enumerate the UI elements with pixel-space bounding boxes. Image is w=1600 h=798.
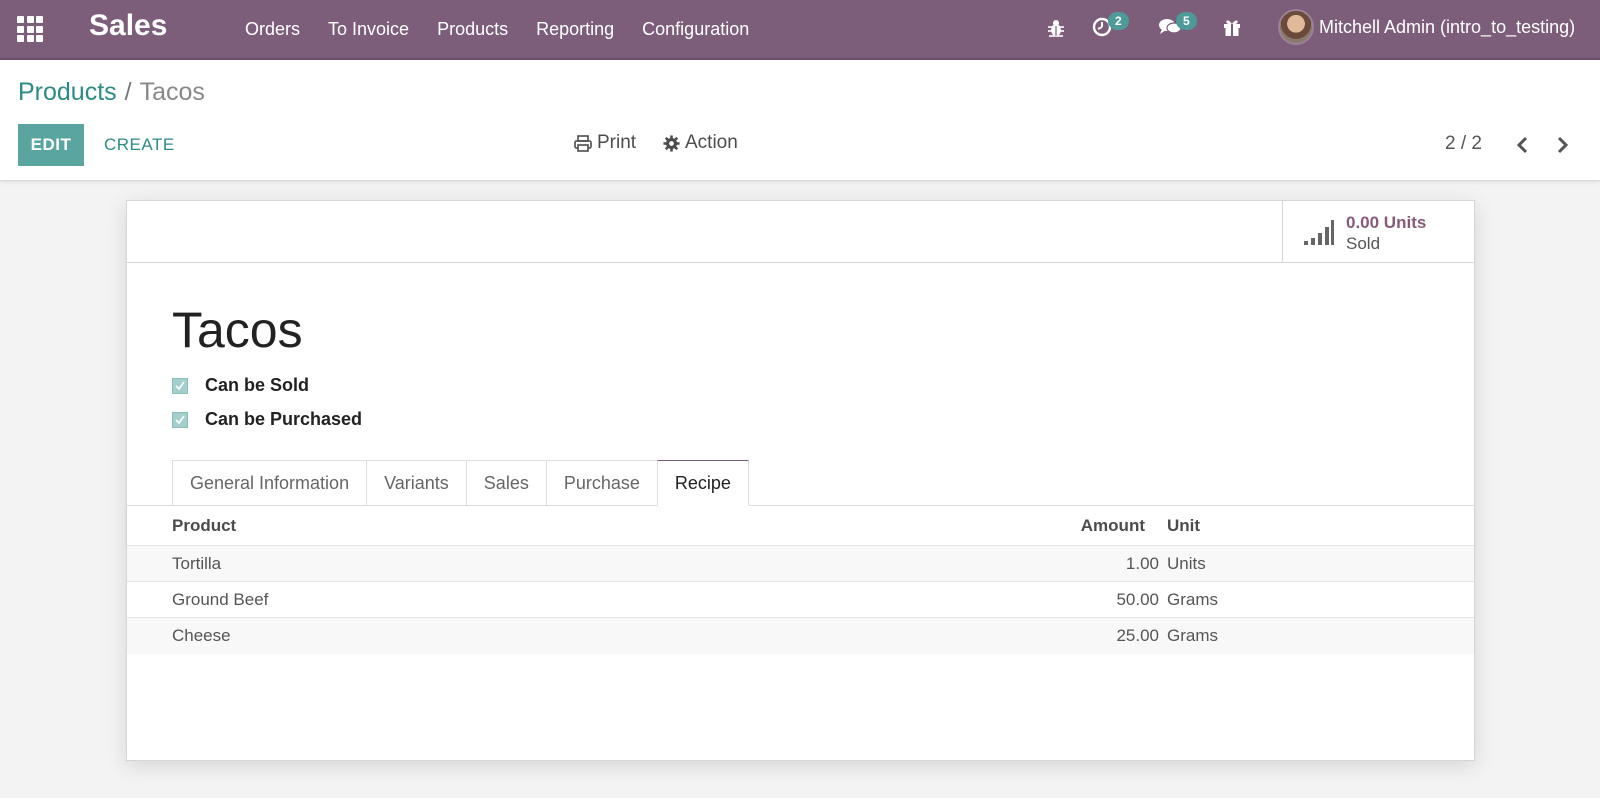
action-button[interactable]: Action — [663, 132, 738, 154]
table-row[interactable]: Ground Beef 50.00 Grams — [127, 582, 1474, 618]
cell-product: Ground Beef — [172, 590, 269, 609]
menu-reporting[interactable]: Reporting — [536, 19, 614, 40]
activity-badge: 2 — [1108, 12, 1129, 30]
units-sold-button[interactable]: 0.00 Units Sold — [1282, 201, 1474, 263]
tab-sales[interactable]: Sales — [465, 460, 547, 506]
can-be-purchased-checkbox[interactable]: Can be Purchased — [172, 409, 362, 430]
action-label: Action — [685, 132, 738, 153]
units-sold-value: 0.00 Units — [1346, 213, 1427, 232]
cell-amount: 25.00 — [1116, 626, 1159, 645]
pager-value[interactable]: 2 / 2 — [1445, 133, 1482, 155]
user-avatar[interactable] — [1278, 9, 1314, 45]
printer-icon — [574, 134, 592, 152]
can-be-purchased-label: Can be Purchased — [205, 409, 363, 429]
breadcrumb: Products / Tacos — [18, 78, 205, 107]
app-name[interactable]: Sales — [89, 9, 167, 43]
edit-button[interactable]: EDIT — [18, 124, 84, 166]
bug-icon[interactable] — [1046, 18, 1066, 38]
can-be-sold-label: Can be Sold — [205, 375, 310, 395]
chevron-right-icon[interactable] — [1551, 134, 1573, 156]
control-panel: Products / Tacos EDIT CREATE Print Action … — [0, 60, 1600, 181]
cell-product: Cheese — [172, 626, 231, 645]
gift-icon[interactable] — [1222, 17, 1242, 37]
menu-products[interactable]: Products — [437, 19, 508, 40]
can-be-sold-checkbox[interactable]: Can be Sold — [172, 375, 309, 396]
cell-amount: 1.00 — [1125, 554, 1159, 573]
checkbox-box[interactable] — [172, 377, 188, 394]
table-row[interactable]: Tortilla 1.00 Units — [127, 546, 1474, 582]
tab-general-information[interactable]: General Information — [172, 460, 368, 506]
tab-variants[interactable]: Variants — [366, 460, 467, 506]
checkmark-icon — [175, 381, 185, 390]
messages-badge: 5 — [1176, 12, 1197, 30]
table-header: Product Amount Unit — [127, 506, 1474, 546]
cell-unit: Grams — [1167, 626, 1218, 645]
column-amount[interactable]: Amount — [1025, 516, 1145, 536]
chevron-left-icon[interactable] — [1512, 134, 1534, 156]
recipe-table: Product Amount Unit Tortilla 1.00 Units … — [127, 506, 1474, 654]
gear-icon — [663, 134, 680, 152]
units-sold-label: Sold — [1346, 234, 1381, 253]
column-unit[interactable]: Unit — [1167, 516, 1200, 536]
top-navbar: Sales Orders To Invoice Products Reporti… — [0, 0, 1600, 60]
form-sheet: 0.00 Units Sold Tacos Can be Sold Can be… — [126, 200, 1475, 761]
bar-chart-icon — [1304, 220, 1334, 245]
cell-unit: Grams — [1167, 590, 1218, 609]
column-product[interactable]: Product — [172, 516, 236, 536]
create-button[interactable]: CREATE — [104, 124, 175, 166]
checkmark-icon — [175, 415, 185, 424]
tab-purchase[interactable]: Purchase — [545, 460, 658, 506]
breadcrumb-products[interactable]: Products — [18, 78, 117, 106]
tab-recipe[interactable]: Recipe — [656, 460, 749, 506]
checkbox-box[interactable] — [172, 411, 188, 428]
print-label: Print — [597, 132, 637, 153]
print-button[interactable]: Print — [574, 132, 636, 154]
table-row[interactable]: Cheese 25.00 Grams — [127, 618, 1474, 654]
button-box: 0.00 Units Sold — [127, 201, 1474, 263]
menu-to-invoice[interactable]: To Invoice — [328, 19, 409, 40]
breadcrumb-current: Tacos — [139, 78, 205, 106]
apps-grid-icon[interactable] — [17, 16, 43, 42]
user-name[interactable]: Mitchell Admin (intro_to_testing) — [1319, 17, 1575, 38]
cell-unit: Units — [1167, 554, 1206, 573]
main-menu: Orders To Invoice Products Reporting Con… — [245, 0, 777, 58]
cell-product: Tortilla — [172, 554, 222, 573]
product-name: Tacos — [172, 302, 303, 358]
breadcrumb-separator: / — [124, 78, 132, 106]
menu-configuration[interactable]: Configuration — [642, 19, 749, 40]
notebook-tabs: General Information Variants Sales Purch… — [172, 460, 749, 506]
cell-amount: 50.00 — [1116, 590, 1159, 609]
menu-orders[interactable]: Orders — [245, 19, 300, 40]
